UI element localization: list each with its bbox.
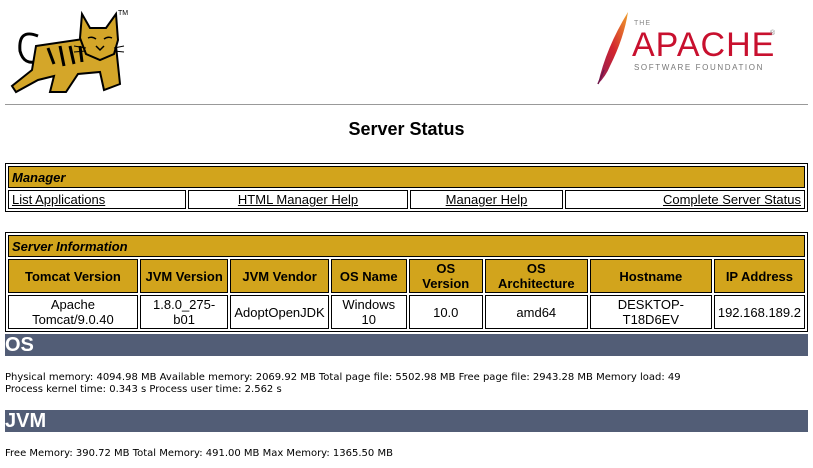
os-section-heading: OS [5,334,808,356]
apache-wordmark: APACHE [632,26,776,64]
column-header: Hostname [589,259,712,293]
jvm-vendor-value: AdoptOpenJDK [230,295,329,329]
server-information-title: Server Information [8,235,805,257]
ip-address-value: 192.168.189.2 [713,295,805,329]
os-version-value: 10.0 [408,295,483,329]
header-divider [5,104,808,105]
manager-link-cell: List Applications [8,190,186,209]
apache-registered-mark: ® [770,30,776,37]
complete-server-status-link[interactable]: Complete Server Status [663,192,801,207]
manager-link-cell: Manager Help [410,190,563,209]
column-header: Tomcat Version [8,259,138,293]
html-manager-help-link[interactable]: HTML Manager Help [238,192,358,207]
manager-section-title: Manager [8,166,805,188]
manager-help-link[interactable]: Manager Help [446,192,528,207]
apache-subtitle: SOFTWARE FOUNDATION [634,63,764,72]
manager-table: Manager List Applications HTML Manager H… [5,163,808,212]
page-title: Server Status [348,119,465,139]
table-header-row: Tomcat Version JVM Version JVM Vendor OS… [8,259,805,293]
page-header: TM THE APACHE ® SOFTWARE FOUNDATION [0,0,813,104]
jvm-memory-info: Free Memory: 390.72 MB Total Memory: 491… [5,448,393,459]
manager-link-cell: HTML Manager Help [188,190,408,209]
trademark-mark: TM [118,10,129,17]
manager-link-cell: Complete Server Status [565,190,805,209]
jvm-version-value: 1.8.0_275-b01 [139,295,229,329]
tomcat-version-value: Apache Tomcat/9.0.40 [8,295,138,329]
column-header: OS Name [330,259,407,293]
os-process-time-info: Process kernel time: 0.343 s Process use… [5,384,282,395]
jvm-section-heading: JVM [5,410,808,432]
column-header: JVM Version [139,259,229,293]
column-header: IP Address [713,259,805,293]
os-memory-info: Physical memory: 4094.98 MB Available me… [5,372,681,383]
tomcat-logo-icon [10,10,125,94]
list-applications-link[interactable]: List Applications [12,192,105,207]
column-header: JVM Vendor [230,259,329,293]
table-row: Apache Tomcat/9.0.40 1.8.0_275-b01 Adopt… [8,295,805,329]
os-architecture-value: amd64 [484,295,588,329]
server-information-table: Server Information Tomcat Version JVM Ve… [5,232,808,332]
column-header: OS Version [408,259,483,293]
os-name-value: Windows 10 [330,295,407,329]
column-header: OS Architecture [484,259,588,293]
hostname-value: DESKTOP-T18D6EV [589,295,712,329]
